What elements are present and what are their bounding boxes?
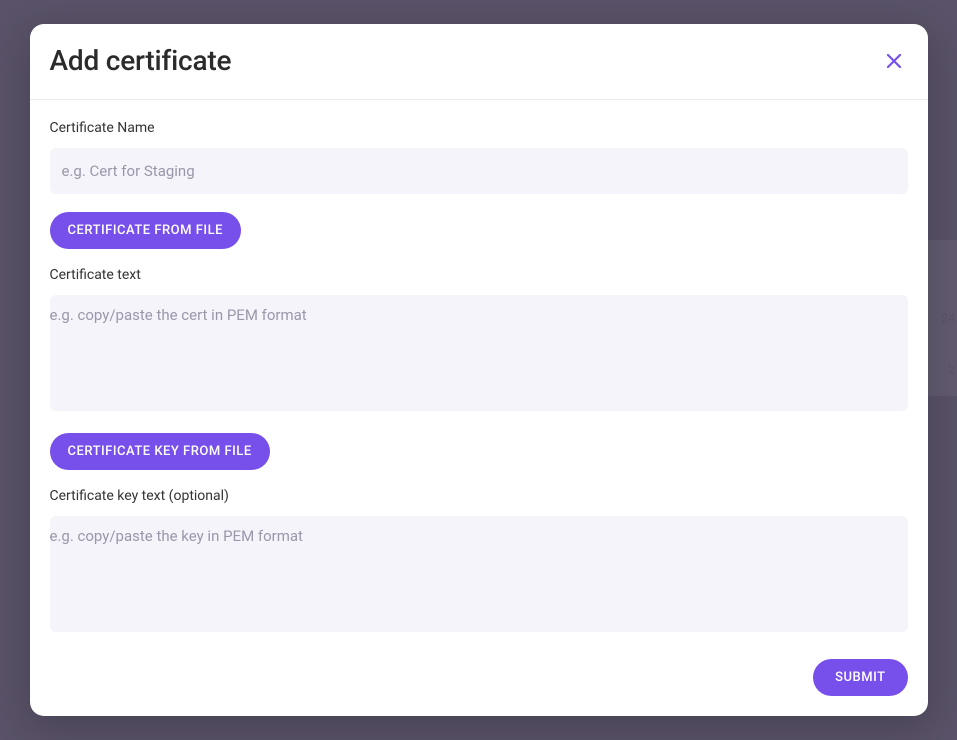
modal-footer: SUBMIT xyxy=(30,643,928,716)
add-certificate-modal: Add certificate Certificate Name CERTIFI… xyxy=(30,24,928,716)
close-button[interactable] xyxy=(880,47,908,75)
cert-text-textarea[interactable] xyxy=(50,295,908,411)
modal-overlay: Add certificate Certificate Name CERTIFI… xyxy=(0,0,957,740)
cert-name-label: Certificate Name xyxy=(50,120,908,136)
modal-body: Certificate Name CERTIFICATE FROM FILE C… xyxy=(30,100,928,643)
cert-key-text-textarea[interactable] xyxy=(50,516,908,632)
modal-header: Add certificate xyxy=(30,24,928,100)
certificate-from-file-button[interactable]: CERTIFICATE FROM FILE xyxy=(50,212,241,249)
cert-key-text-label: Certificate key text (optional) xyxy=(50,488,908,504)
cert-name-input[interactable] xyxy=(50,148,908,194)
certificate-key-from-file-button[interactable]: CERTIFICATE KEY FROM FILE xyxy=(50,433,270,470)
cert-text-label: Certificate text xyxy=(50,267,908,283)
close-icon xyxy=(884,51,904,71)
modal-title: Add certificate xyxy=(50,44,232,77)
submit-button[interactable]: SUBMIT xyxy=(813,659,907,696)
